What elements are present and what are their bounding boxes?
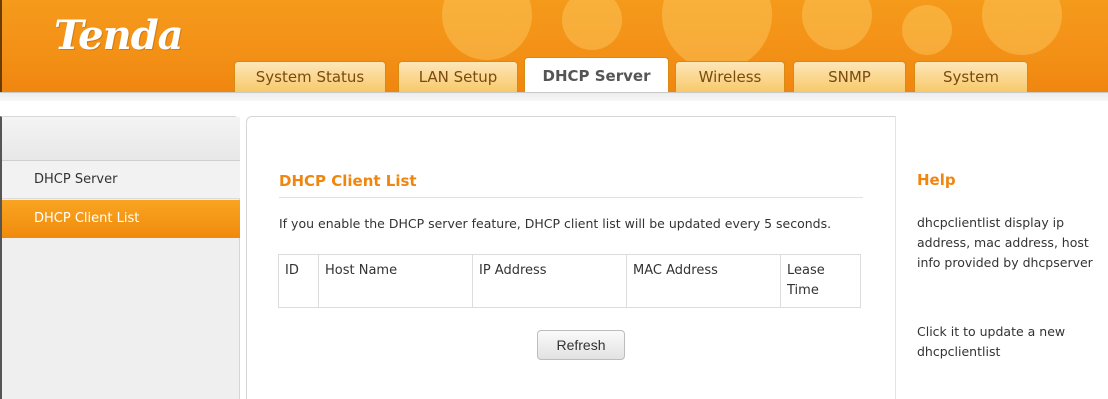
sidebar-header <box>2 117 240 161</box>
info-text: If you enable the DHCP server feature, D… <box>279 216 832 231</box>
header-banner: Tenda System Status LAN Setup DHCP Serve… <box>0 0 1108 92</box>
decorative-bubble <box>442 0 532 60</box>
tab-dhcp-server[interactable]: DHCP Server <box>524 57 669 92</box>
tab-system[interactable]: System <box>914 61 1028 92</box>
tenda-logo: Tenda <box>54 12 184 59</box>
sidebar: DHCP Server DHCP Client List <box>0 116 240 399</box>
tab-wireless[interactable]: Wireless <box>675 61 785 92</box>
column-header-ip-address: IP Address <box>472 254 627 308</box>
table-header-row: ID Host Name IP Address MAC Address Leas… <box>278 254 861 308</box>
decorative-bubble <box>562 0 622 50</box>
column-header-id: ID <box>278 254 319 308</box>
help-title: Help <box>917 171 956 189</box>
decorative-bubble <box>662 0 772 70</box>
header-strip <box>0 93 1108 101</box>
help-panel: Help dhcpclientlist display ip address‚ … <box>897 116 1108 399</box>
sidebar-item-dhcp-client-list[interactable]: DHCP Client List <box>2 200 240 238</box>
tab-snmp[interactable]: SNMP <box>793 61 906 92</box>
column-header-lease-time: Lease Time <box>780 254 861 308</box>
tab-system-status[interactable]: System Status <box>234 61 386 92</box>
column-header-host-name: Host Name <box>318 254 473 308</box>
column-header-mac-address: MAC Address <box>626 254 781 308</box>
sidebar-item-dhcp-server[interactable]: DHCP Server <box>2 161 240 199</box>
decorative-bubble <box>982 0 1062 55</box>
main-panel: DHCP Client List If you enable the DHCP … <box>246 116 896 399</box>
help-text-refresh: Click it to update a new dhcpclientlist <box>917 324 1066 359</box>
tab-lan-setup[interactable]: LAN Setup <box>398 61 518 92</box>
decorative-bubble <box>802 0 872 50</box>
page-title: DHCP Client List <box>279 172 417 190</box>
client-table: ID Host Name IP Address MAC Address Leas… <box>278 254 861 308</box>
decorative-bubble <box>902 5 952 55</box>
help-text-description: dhcpclientlist display ip address‚ mac a… <box>917 215 1093 270</box>
refresh-button[interactable]: Refresh <box>537 330 625 360</box>
title-divider <box>279 197 863 198</box>
